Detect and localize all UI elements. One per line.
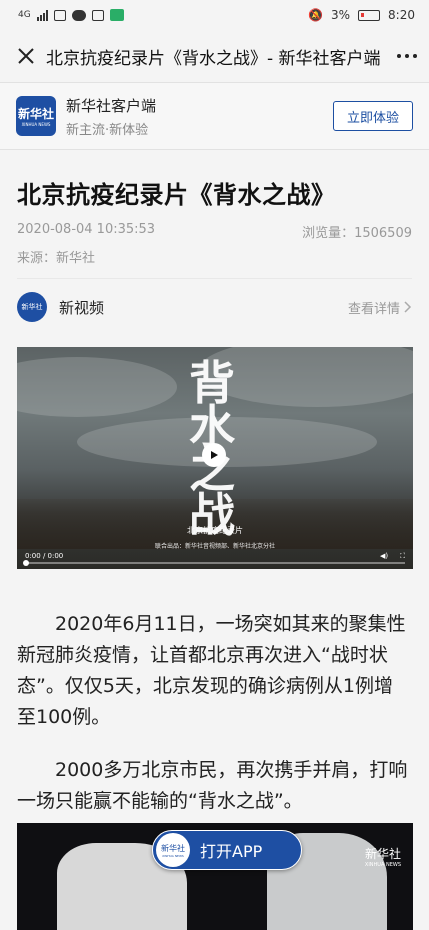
logo-text: 新华社 [161,843,185,853]
network-type: 4G [18,9,31,20]
notification-icon [53,9,66,21]
article-headline: 北京抗疫纪录片《背水之战》 [17,181,336,209]
video-player[interactable]: 背水之战 北京抗疫纪录片 联合出品：新华社音视频部、新华社北京分社 0:00 /… [17,347,413,569]
status-bar: 4G 🔕 3% 8:20 [0,0,429,30]
article-paragraph: 2000多万北京市民，再次携手并肩，打响一场只能赢不能输的“背水之战”。 [17,759,408,812]
video-controls: 0:00 / 0:00 ◀) ⛶ [17,543,413,569]
video-time: 0:00 / 0:00 [25,552,64,560]
app-download-banner: 新华社 XINHUA NEWS 新华社客户端 新主流·新体验 立即体验 [0,82,429,150]
xinhua-logo: 新华社 XINHUA NEWS [156,833,190,867]
xinhua-logo: 新华社 XINHUA NEWS [16,96,56,136]
play-icon [211,451,218,459]
video-progress-bar[interactable] [23,560,405,566]
banner-text: 新华社客户端 新主流·新体验 [66,95,333,138]
view-count: 浏览量：1506509 [302,226,412,241]
volume-icon[interactable]: ◀) [380,552,388,560]
open-app-button[interactable]: 新华社 XINHUA NEWS 打开APP [152,830,302,870]
app-name: 新华社客户端 [66,96,157,115]
video-caption: 北京抗疫纪录片 [187,526,243,535]
logo-text: 新华社 [17,107,54,121]
more-options-icon[interactable] [387,54,417,58]
logo-en: XINHUA NEWS [162,853,184,858]
watermark-en: XINHUA NEWS [364,862,401,868]
channel-row[interactable]: 新华社 新视频 查看详情 [17,279,412,335]
logo-en: XINHUA NEWS [21,122,51,127]
status-left: 4G [18,9,124,21]
close-button[interactable] [12,42,40,70]
view-details-link[interactable]: 查看详情 [348,298,412,317]
watermark-text: 新华社 [364,847,401,861]
close-icon [18,48,34,64]
page-title: 北京抗疫纪录片《背水之战》- 新华社客户端 [46,48,381,69]
try-now-button[interactable]: 立即体验 [333,101,413,131]
view-details-label: 查看详情 [347,301,400,317]
article-meta: 2020-08-04 10:35:53 浏览量：1506509 [17,222,412,241]
chevron-right-icon [404,301,412,313]
wechat-icon [71,9,86,21]
progress-handle[interactable] [23,560,29,566]
article: 北京抗疫纪录片《背水之战》 2020-08-04 10:35:53 浏览量：15… [0,151,429,817]
clock: 8:20 [388,8,415,22]
video-watermark-logo: 新华社 XINHUA NEWS [365,845,401,868]
channel-logo: 新华社 [17,292,47,322]
battery-icon [358,9,381,21]
battery-percent: 3% [331,8,351,22]
mail-icon [91,9,104,21]
signal-icon [36,9,48,21]
app-slogan: 新主流·新体验 [66,122,149,138]
article-source: 来源：新华社 [17,251,96,266]
app-notification-icon [109,9,124,21]
channel-name: 新视频 [59,298,105,317]
mute-icon: 🔕 [308,8,323,22]
article-paragraph: 2020年6月11日，一场突如其来的聚集性新冠肺炎疫情，让首都北京再次进入“战时… [17,613,406,728]
play-button[interactable] [202,443,226,467]
publish-datetime: 2020-08-04 10:35:53 [17,222,156,237]
fullscreen-icon[interactable]: ⛶ [400,552,405,561]
status-right: 🔕 3% 8:20 [308,8,415,22]
title-bar: 北京抗疫纪录片《背水之战》- 新华社客户端 [0,30,429,82]
open-app-label: 打开APP [200,842,263,861]
